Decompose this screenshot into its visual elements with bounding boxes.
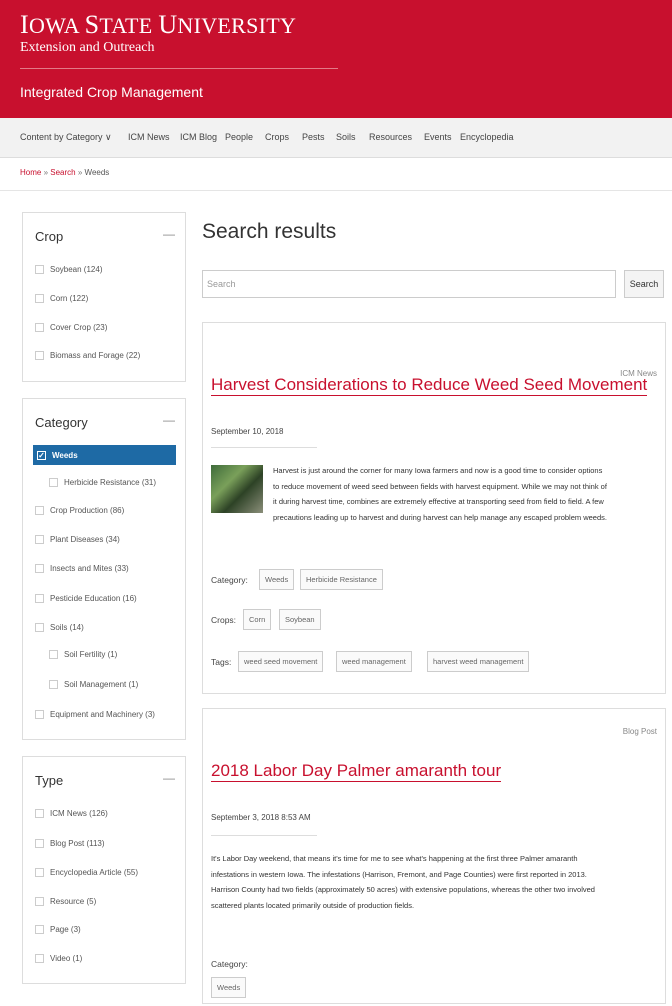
collapse-icon[interactable]: — xyxy=(163,227,175,241)
facet-option-soil-management[interactable]: Soil Management (1) xyxy=(49,680,138,689)
facet-option-page[interactable]: Page (3) xyxy=(35,925,81,934)
category-label: Category: xyxy=(211,959,248,969)
result-card: ICM News Harvest Considerations to Reduc… xyxy=(202,322,666,694)
crop-tag-corn[interactable]: Corn xyxy=(243,609,272,630)
checkbox[interactable] xyxy=(35,954,44,963)
checkbox[interactable] xyxy=(49,650,58,659)
page-title: Search results xyxy=(202,220,337,243)
date-divider xyxy=(211,447,317,448)
category-tag-herbicide-resistance[interactable]: Herbicide Resistance xyxy=(300,569,383,590)
facet-category-title: Category xyxy=(35,415,88,430)
nav-people[interactable]: People xyxy=(225,132,253,142)
facet-option-resource[interactable]: Resource (5) xyxy=(35,897,96,906)
breadcrumb-divider xyxy=(0,190,672,191)
checkbox[interactable] xyxy=(35,623,44,632)
header-divider xyxy=(20,68,338,69)
tags-label: Tags: xyxy=(211,657,232,667)
facet-type: Type — ICM News (126) Blog Post (113) En… xyxy=(22,756,186,984)
breadcrumb-home[interactable]: Home xyxy=(20,168,41,177)
result-summary: Harvest is just around the corner for ma… xyxy=(273,466,607,522)
result-date: September 10, 2018 xyxy=(211,427,284,436)
result-type-label: Blog Post xyxy=(622,727,657,736)
tag-weed-management[interactable]: weed management xyxy=(336,651,412,672)
checkbox[interactable] xyxy=(35,925,44,934)
crop-tag-soybean[interactable]: Soybean xyxy=(279,609,321,630)
breadcrumb-separator: » xyxy=(43,168,49,177)
unit-title[interactable]: Integrated Crop Management xyxy=(20,84,203,100)
facet-category: Category — ✓ Weeds Herbicide Resistance (… xyxy=(22,398,186,740)
nav-resources[interactable]: Resources xyxy=(369,132,412,142)
date-divider xyxy=(211,835,317,836)
collapse-icon[interactable]: — xyxy=(163,771,175,785)
result-title-link[interactable]: 2018 Labor Day Palmer amaranth tour xyxy=(211,761,502,782)
facet-option-blog-post[interactable]: Blog Post (113) xyxy=(35,839,105,848)
header-subtitle: Extension and Outreach xyxy=(20,40,155,55)
nav-crops[interactable]: Crops xyxy=(265,132,289,142)
search-input[interactable] xyxy=(202,270,616,298)
facet-option-plant-diseases[interactable]: Plant Diseases (34) xyxy=(35,535,120,544)
checkbox[interactable] xyxy=(35,839,44,848)
nav-soils[interactable]: Soils xyxy=(336,132,356,142)
main-nav: Content by Category ∨ ICM News ICM Blog … xyxy=(0,118,672,158)
checkbox[interactable] xyxy=(35,710,44,719)
facet-option-icm-news[interactable]: ICM News (126) xyxy=(35,809,108,818)
category-tag-weeds[interactable]: Weeds xyxy=(211,977,247,998)
checkbox[interactable] xyxy=(35,809,44,818)
result-title-link[interactable]: Harvest Considerations to Reduce Weed Se… xyxy=(211,375,648,396)
crops-label: Crops: xyxy=(211,615,237,625)
facet-option-soil-fertility[interactable]: Soil Fertility (1) xyxy=(49,650,117,659)
breadcrumb: Home » Search » Weeds xyxy=(20,168,109,177)
facet-option-video[interactable]: Video (1) xyxy=(35,954,82,963)
facet-option-corn[interactable]: Corn (122) xyxy=(35,294,88,303)
facet-option-herbicide-resistance[interactable]: Herbicide Resistance (31) xyxy=(49,478,156,487)
checkbox[interactable] xyxy=(35,897,44,906)
breadcrumb-current: Weeds xyxy=(84,168,110,177)
breadcrumb-search[interactable]: Search xyxy=(50,168,75,177)
checkbox-checked-icon[interactable]: ✓ xyxy=(37,450,46,460)
result-summary: It's Labor Day weekend, that means it's … xyxy=(211,854,595,910)
checkbox[interactable] xyxy=(35,323,44,332)
facet-crop-title: Crop xyxy=(35,229,64,244)
nav-events[interactable]: Events xyxy=(424,132,452,142)
facet-option-equipment-machinery[interactable]: Equipment and Machinery (3) xyxy=(35,710,155,719)
facet-type-title: Type xyxy=(35,773,64,788)
facet-option-soybean[interactable]: Soybean (124) xyxy=(35,265,102,274)
checkbox[interactable] xyxy=(35,564,44,573)
nav-encyclopedia[interactable]: Encyclopedia xyxy=(460,132,514,142)
result-card: Blog Post 2018 Labor Day Palmer amaranth… xyxy=(202,708,666,1004)
tag-harvest-weed-management[interactable]: harvest weed management xyxy=(427,651,530,672)
facet-option-cover-crop[interactable]: Cover Crop (23) xyxy=(35,323,107,332)
facet-option-insects-mites[interactable]: Insects and Mites (33) xyxy=(35,564,129,573)
nav-content-by-category[interactable]: Content by Category ∨ xyxy=(20,132,112,143)
nav-icm-news[interactable]: ICM News xyxy=(128,132,170,142)
collapse-icon[interactable]: — xyxy=(163,413,175,427)
checkbox[interactable] xyxy=(49,680,58,689)
nav-icm-blog[interactable]: ICM Blog xyxy=(180,132,217,142)
result-date: September 3, 2018 8:53 AM xyxy=(211,813,311,822)
checkbox[interactable] xyxy=(35,868,44,877)
facet-option-pesticide-education[interactable]: Pesticide Education (16) xyxy=(35,594,137,603)
search-button[interactable]: Search xyxy=(624,270,664,298)
facet-option-biomass-forage[interactable]: Biomass and Forage (22) xyxy=(35,351,140,360)
category-label: Category: xyxy=(211,575,248,585)
tag-weed-seed-movement[interactable]: weed seed movement xyxy=(238,651,324,672)
facet-option-weeds-selected[interactable]: ✓ Weeds xyxy=(33,445,176,465)
facet-option-encyclopedia-article[interactable]: Encyclopedia Article (55) xyxy=(35,868,138,877)
checkbox[interactable] xyxy=(35,265,44,274)
checkbox[interactable] xyxy=(35,294,44,303)
checkbox[interactable] xyxy=(35,594,44,603)
site-header: IOWA STATE UNIVERSITY Extension and Outr… xyxy=(0,0,672,118)
checkbox[interactable] xyxy=(35,535,44,544)
university-wordmark[interactable]: IOWA STATE UNIVERSITY xyxy=(20,10,296,40)
checkbox[interactable] xyxy=(49,478,58,487)
result-thumbnail-image[interactable] xyxy=(211,465,263,513)
facet-crop: Crop — Soybean (124) Corn (122) Cover Cr… xyxy=(22,212,186,382)
nav-pests[interactable]: Pests xyxy=(302,132,325,142)
checkbox[interactable] xyxy=(35,506,44,515)
facet-option-soils[interactable]: Soils (14) xyxy=(35,623,84,632)
facet-option-crop-production[interactable]: Crop Production (86) xyxy=(35,506,124,515)
category-tag-weeds[interactable]: Weeds xyxy=(259,569,295,590)
checkbox[interactable] xyxy=(35,351,44,360)
breadcrumb-separator: » xyxy=(77,168,83,177)
